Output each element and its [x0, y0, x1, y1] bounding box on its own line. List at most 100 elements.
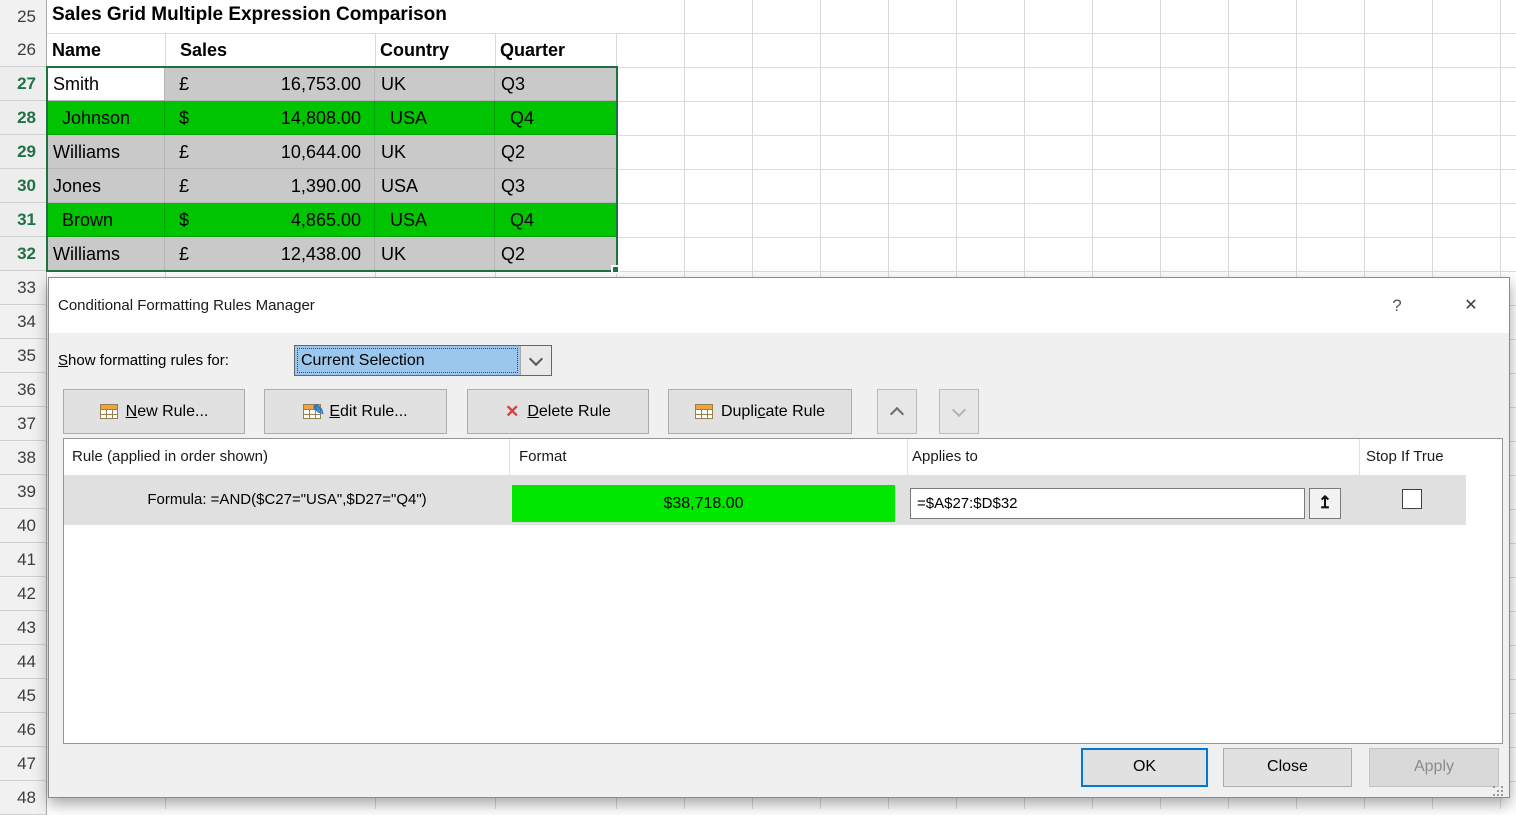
row-header-47[interactable]: 47 [0, 747, 47, 781]
chevron-down-icon[interactable] [520, 346, 551, 375]
column-separator [509, 439, 510, 475]
cell-A31[interactable]: Brown [47, 203, 165, 237]
row-header-32[interactable]: 32 [0, 237, 47, 271]
sheet-title: Sales Grid Multiple Expression Compariso… [52, 4, 447, 26]
cell-C28[interactable]: USA [375, 101, 495, 135]
cell-B32[interactable]: £12,438.00 [165, 237, 375, 271]
row-header-40[interactable]: 40 [0, 509, 47, 543]
stop-if-true-checkbox[interactable] [1402, 489, 1422, 509]
row-header-39[interactable]: 39 [0, 475, 47, 509]
chevron-down-icon [952, 402, 966, 416]
cell-C31[interactable]: USA [375, 203, 495, 237]
cell-B27[interactable]: £16,753.00 [165, 67, 375, 101]
cell-D31[interactable]: Q4 [495, 203, 617, 237]
cell-A28[interactable]: Johnson [47, 101, 165, 135]
row-header-41[interactable]: 41 [0, 543, 47, 577]
ok-button[interactable]: OK [1081, 748, 1208, 787]
column-header-name: Name [52, 33, 101, 67]
row-header-25[interactable]: 25 [0, 0, 47, 34]
cell-C29[interactable]: UK [375, 135, 495, 169]
collapse-arrow-icon: ↥ [1318, 493, 1332, 512]
close-button[interactable]: Close [1223, 748, 1352, 787]
help-icon[interactable]: ? [1377, 278, 1417, 333]
row-header-28[interactable]: 28 [0, 101, 47, 135]
cell-A29[interactable]: Williams [47, 135, 165, 169]
row-header-35[interactable]: 35 [0, 339, 47, 373]
row-header-30[interactable]: 30 [0, 169, 47, 203]
collapse-range-picker-button[interactable]: ↥ [1309, 488, 1341, 519]
new-rule-icon [100, 404, 118, 419]
fill-handle[interactable] [611, 265, 620, 274]
column-header-country: Country [380, 33, 449, 67]
duplicate-rule-button[interactable]: Duplicate Rule [668, 389, 852, 434]
cell-A32[interactable]: Williams [47, 237, 165, 271]
cell-D29[interactable]: Q2 [495, 135, 617, 169]
row-header-29[interactable]: 29 [0, 135, 47, 169]
applies-to-input[interactable]: =$A$27:$D$32 [910, 488, 1305, 519]
cell-A30[interactable]: Jones [47, 169, 165, 203]
delete-rule-icon: ✕ [505, 402, 519, 422]
cell-value: 14,808.00 [281, 101, 361, 134]
rules-list: Rule (applied in order shown) Format App… [63, 438, 1503, 744]
column-separator [1359, 439, 1360, 475]
cell-B29[interactable]: £10,644.00 [165, 135, 375, 169]
column-header-sales: Sales [180, 33, 227, 67]
cell-D28[interactable]: Q4 [495, 101, 617, 135]
row-header-33[interactable]: 33 [0, 271, 47, 305]
resize-grip[interactable] [1493, 786, 1505, 798]
cell-B28[interactable]: $14,808.00 [165, 101, 375, 135]
label-text: how formatting rules for: [68, 352, 229, 369]
duplicate-rule-icon [695, 404, 713, 419]
row-header-26[interactable]: 26 [0, 33, 47, 67]
cell-C32[interactable]: UK [375, 237, 495, 271]
cell-C27[interactable]: UK [375, 67, 495, 101]
row-header-43[interactable]: 43 [0, 611, 47, 645]
format-preview: $38,718.00 [512, 485, 895, 522]
cell-B30[interactable]: £1,390.00 [165, 169, 375, 203]
delete-rule-button[interactable]: ✕ Delete Rule [467, 389, 649, 434]
rule-row[interactable]: Formula: =AND($C27="USA",$D27="Q4") $38,… [64, 475, 1466, 525]
cell-D27[interactable]: Q3 [495, 67, 617, 101]
row-header-37[interactable]: 37 [0, 407, 47, 441]
row-header-34[interactable]: 34 [0, 305, 47, 339]
row-header-45[interactable]: 45 [0, 679, 47, 713]
show-formatting-rules-label: Show formatting rules for: [58, 346, 229, 376]
cell-C30[interactable]: USA [375, 169, 495, 203]
row-header-42[interactable]: 42 [0, 577, 47, 611]
scope-dropdown[interactable]: Current Selection [294, 345, 552, 376]
apply-button: Apply [1369, 748, 1499, 787]
move-rule-down-button[interactable] [939, 389, 979, 434]
row-header-48[interactable]: 48 [0, 781, 47, 815]
cell-A27[interactable]: Smith [47, 67, 165, 101]
move-rule-up-button[interactable] [877, 389, 917, 434]
row-header-27[interactable]: 27 [0, 67, 47, 101]
cell-B31[interactable]: $4,865.00 [165, 203, 375, 237]
button-label: Duplicate Rule [721, 403, 825, 421]
row-header-38[interactable]: 38 [0, 441, 47, 475]
button-label: New Rule... [126, 403, 209, 421]
conditional-formatting-rules-manager-dialog: Conditional Formatting Rules Manager ? ✕… [48, 277, 1510, 798]
row-header-44[interactable]: 44 [0, 645, 47, 679]
stop-if-true-column-header: Stop If True [1366, 439, 1444, 475]
column-header-quarter: Quarter [500, 33, 565, 67]
cell-D32[interactable]: Q2 [495, 237, 617, 271]
cell-value: 10,644.00 [281, 135, 361, 168]
label-text: S [58, 352, 68, 369]
currency-symbol: £ [179, 169, 189, 202]
currency-symbol: £ [179, 135, 189, 168]
cell-value: 4,865.00 [291, 203, 361, 236]
new-rule-button[interactable]: New Rule... [63, 389, 245, 434]
edit-rule-icon: ✎ [303, 404, 321, 419]
format-column-header: Format [519, 439, 567, 475]
pencil-icon: ✎ [312, 401, 325, 419]
edit-rule-button[interactable]: ✎ Edit Rule... [264, 389, 447, 434]
close-icon[interactable]: ✕ [1447, 278, 1495, 333]
button-label: Delete Rule [527, 403, 611, 421]
cell-D30[interactable]: Q3 [495, 169, 617, 203]
rule-column-header: Rule (applied in order shown) [72, 439, 268, 475]
dialog-title: Conditional Formatting Rules Manager [58, 278, 315, 333]
row-header-31[interactable]: 31 [0, 203, 47, 237]
row-header-36[interactable]: 36 [0, 373, 47, 407]
rule-formula: Formula: =AND($C27="USA",$D27="Q4") [64, 475, 510, 525]
row-header-46[interactable]: 46 [0, 713, 47, 747]
